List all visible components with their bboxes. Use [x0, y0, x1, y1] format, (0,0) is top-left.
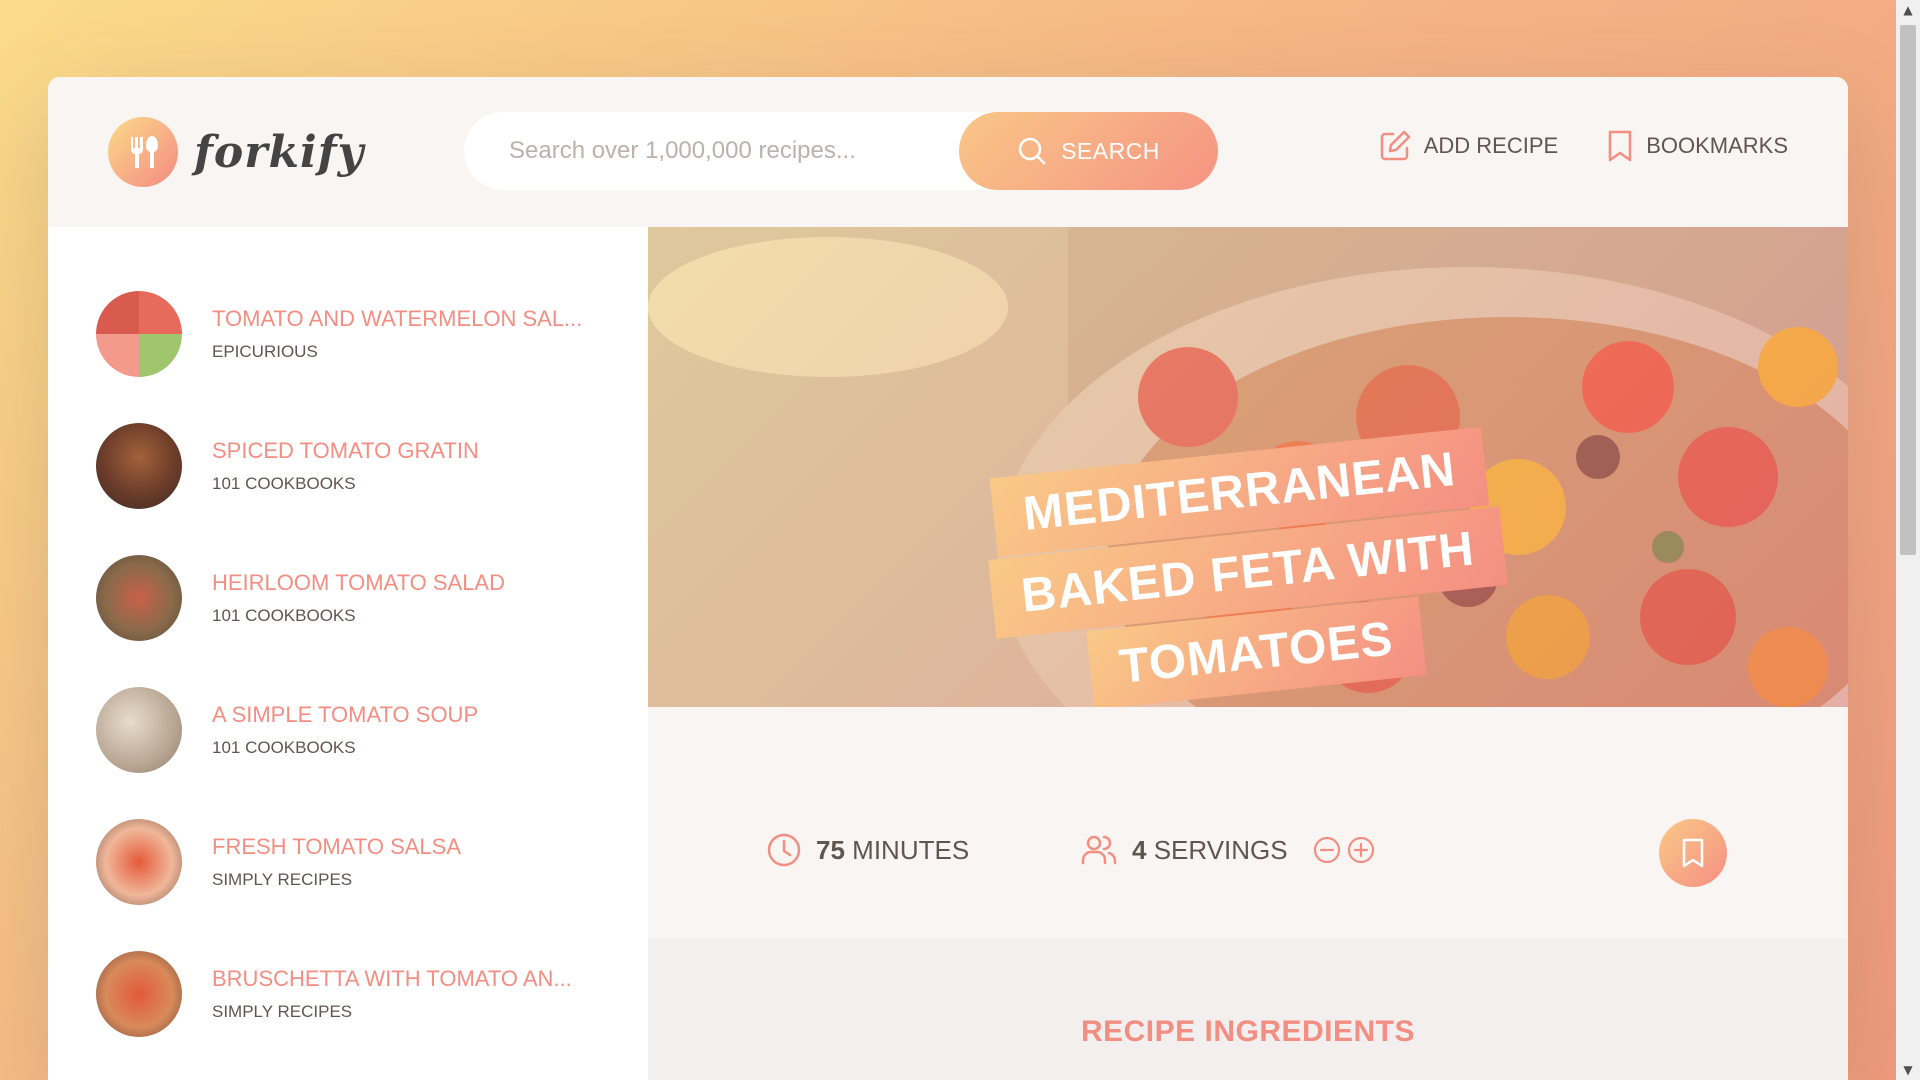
bookmark-icon [1608, 130, 1632, 162]
result-publisher: 101 COOKBOOKS [212, 738, 356, 757]
minutes-value: 75 [816, 834, 845, 865]
result-publisher: SIMPLY RECIPES [212, 870, 353, 889]
minutes-label: MINUTES [852, 834, 970, 865]
clock-icon [767, 833, 801, 867]
result-item[interactable]: FRESH TOMATO SALSA SIMPLY RECIPES [96, 816, 616, 908]
recipe-thumbnail [96, 687, 182, 773]
result-item[interactable]: SPICED TOMATO GRATIN 101 COOKBOOKS [96, 420, 616, 512]
search-input[interactable] [464, 112, 944, 190]
minus-circle-icon [1313, 836, 1340, 864]
search-icon [1018, 137, 1046, 165]
recipe-details: 75 MINUTES 4 SERVINGS [648, 707, 1848, 939]
ingredients-section: RECIPE INGREDIENTS [648, 939, 1848, 1080]
scrollbar-thumb[interactable] [1900, 25, 1916, 555]
result-title: FRESH TOMATO SALSA [212, 834, 461, 859]
scroll-up-arrow-icon[interactable]: ▲ [1896, 0, 1920, 20]
plus-circle-icon [1347, 836, 1374, 864]
servings-value: 4 [1132, 834, 1147, 865]
result-publisher: EPICURIOUS [212, 342, 318, 361]
page-scrollbar[interactable]: ▲ ▼ [1896, 0, 1920, 1080]
cooking-time: 75 MINUTES [766, 832, 969, 868]
servings: 4 SERVINGS [1080, 832, 1376, 868]
bookmark-icon [1682, 838, 1704, 868]
search-form: SEARCH [464, 112, 1218, 190]
fork-spoon-icon [108, 117, 178, 187]
result-item[interactable]: A SIMPLE TOMATO SOUP 101 COOKBOOKS [96, 684, 616, 776]
result-title: HEIRLOOM TOMATO SALAD [212, 570, 505, 595]
result-item[interactable]: BRUSCHETTA WITH TOMATO AN... SIMPLY RECI… [96, 948, 616, 1040]
servings-label: SERVINGS [1153, 834, 1288, 865]
result-publisher: SIMPLY RECIPES [212, 1002, 353, 1021]
bookmarks-button[interactable]: BOOKMARKS [1606, 129, 1788, 163]
result-title: SPICED TOMATO GRATIN [212, 438, 479, 463]
recipe-thumbnail [96, 555, 182, 641]
search-button[interactable]: SEARCH [959, 112, 1218, 190]
bookmarks-label: BOOKMARKS [1646, 133, 1788, 158]
recipe-image: MEDITERRANEAN BAKED FETA WITH TOMATOES [648, 227, 1848, 707]
recipe-thumbnail [96, 951, 182, 1037]
result-publisher: 101 COOKBOOKS [212, 474, 356, 493]
add-recipe-label: ADD RECIPE [1423, 133, 1559, 158]
add-recipe-button[interactable]: ADD RECIPE [1378, 129, 1558, 163]
app-container: forkify SEARCH ADD RECIPE [48, 77, 1848, 1080]
scroll-down-arrow-icon[interactable]: ▼ [1896, 1060, 1920, 1080]
recipe-thumbnail [96, 819, 182, 905]
increase-servings-button[interactable] [1346, 835, 1376, 865]
decrease-servings-button[interactable] [1312, 835, 1342, 865]
header: forkify SEARCH ADD RECIPE [48, 77, 1848, 227]
users-icon [1081, 835, 1117, 865]
search-results: TOMATO AND WATERMELON SAL... EPICURIOUS … [48, 227, 648, 1080]
logo-text: forkify [194, 126, 365, 178]
result-title: BRUSCHETTA WITH TOMATO AN... [212, 966, 572, 991]
result-title: TOMATO AND WATERMELON SAL... [212, 306, 583, 331]
ingredients-heading: RECIPE INGREDIENTS [1080, 1015, 1416, 1048]
recipe-thumbnail [96, 423, 182, 509]
recipe-view: MEDITERRANEAN BAKED FETA WITH TOMATOES 7… [648, 227, 1848, 1080]
nav: ADD RECIPE BOOKMARKS [1378, 129, 1788, 163]
edit-icon [1380, 130, 1410, 161]
result-publisher: 101 COOKBOOKS [212, 606, 356, 625]
search-button-label: SEARCH [1061, 137, 1160, 164]
bookmark-recipe-button[interactable] [1659, 819, 1727, 887]
result-item[interactable]: HEIRLOOM TOMATO SALAD 101 COOKBOOKS [96, 552, 616, 644]
recipe-thumbnail [96, 291, 182, 377]
logo[interactable]: forkify [108, 117, 364, 187]
result-item[interactable]: TOMATO AND WATERMELON SAL... EPICURIOUS [96, 288, 616, 380]
result-title: A SIMPLE TOMATO SOUP [212, 702, 479, 727]
